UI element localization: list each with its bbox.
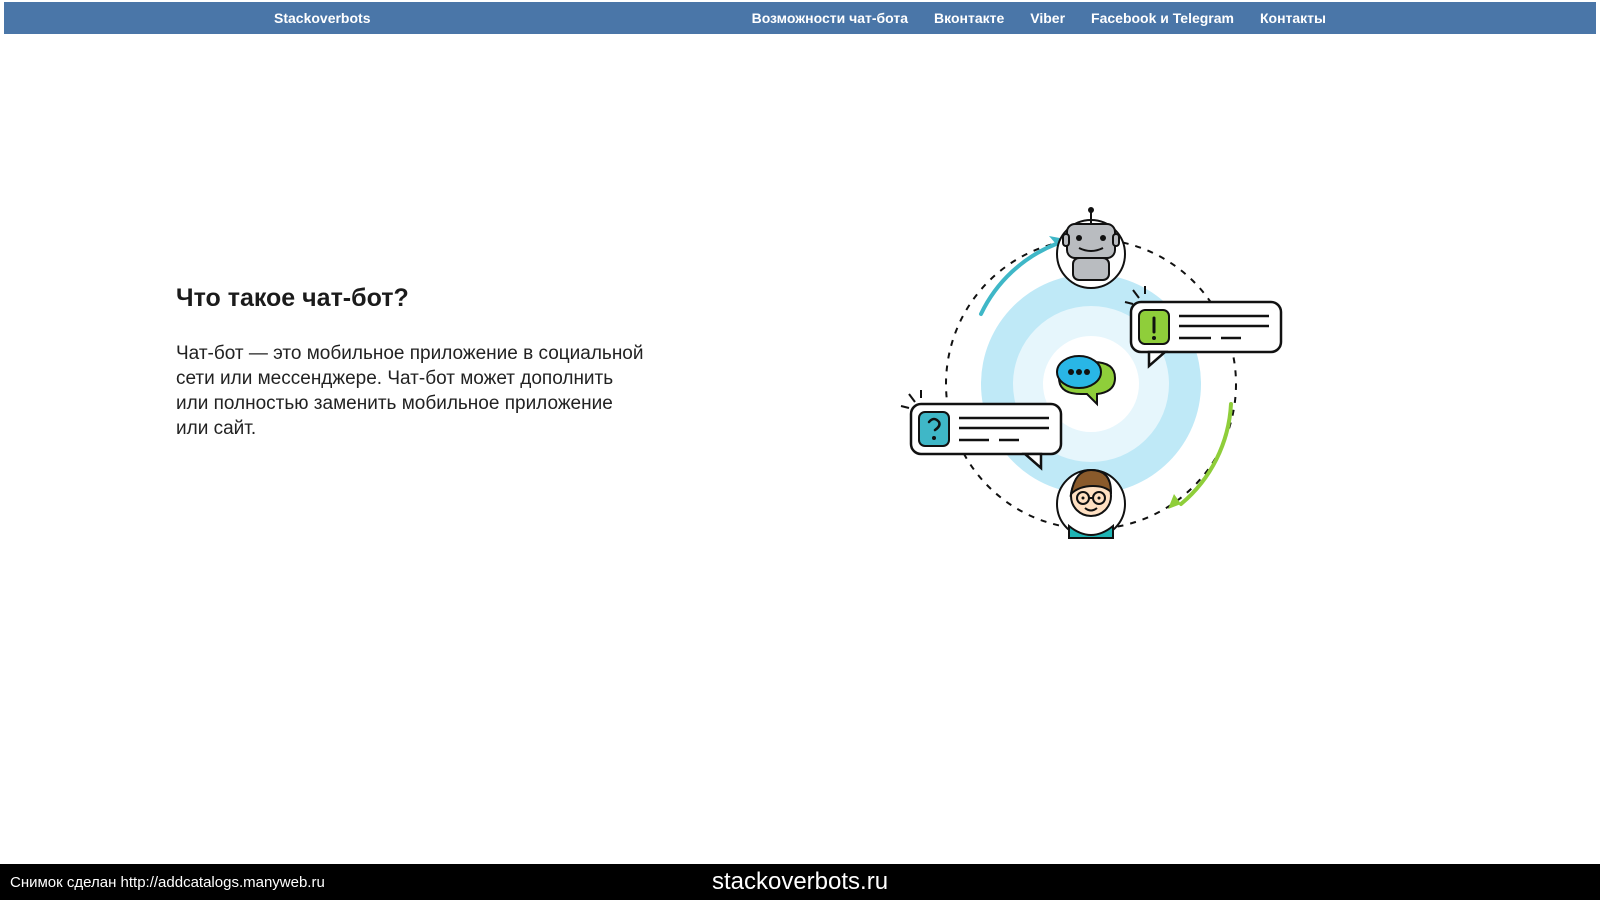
illustration-column [686,194,1496,574]
nav-link-features[interactable]: Возможности чат-бота [752,10,908,26]
main-content: Что такое чат-бот? Чат-бот — это мобильн… [4,34,1596,574]
nav-link-contacts[interactable]: Контакты [1260,10,1326,26]
nav-links: Возможности чат-бота Вконтакте Viber Fac… [752,10,1326,26]
nav-link-fb-telegram[interactable]: Facebook и Telegram [1091,10,1234,26]
page-paragraph: Чат-бот — это мобильное приложение в соц… [176,341,646,441]
page-heading: Что такое чат-бот? [176,284,646,313]
chatbot-illustration-icon [881,194,1301,574]
brand-logo[interactable]: Stackoverbots [274,10,370,26]
navbar: Stackoverbots Возможности чат-бота Вконт… [4,2,1596,34]
text-column: Что такое чат-бот? Чат-бот — это мобильн… [176,194,646,441]
robot-icon [1057,207,1125,288]
nav-link-viber[interactable]: Viber [1030,10,1065,26]
nav-link-vk[interactable]: Вконтакте [934,10,1004,26]
footer-bar: Снимок сделан http://addcatalogs.manyweb… [0,864,1600,900]
footer-left-text: Снимок сделан http://addcatalogs.manyweb… [0,874,325,891]
person-icon [1057,470,1125,538]
footer-domain: stackoverbots.ru [712,868,888,896]
